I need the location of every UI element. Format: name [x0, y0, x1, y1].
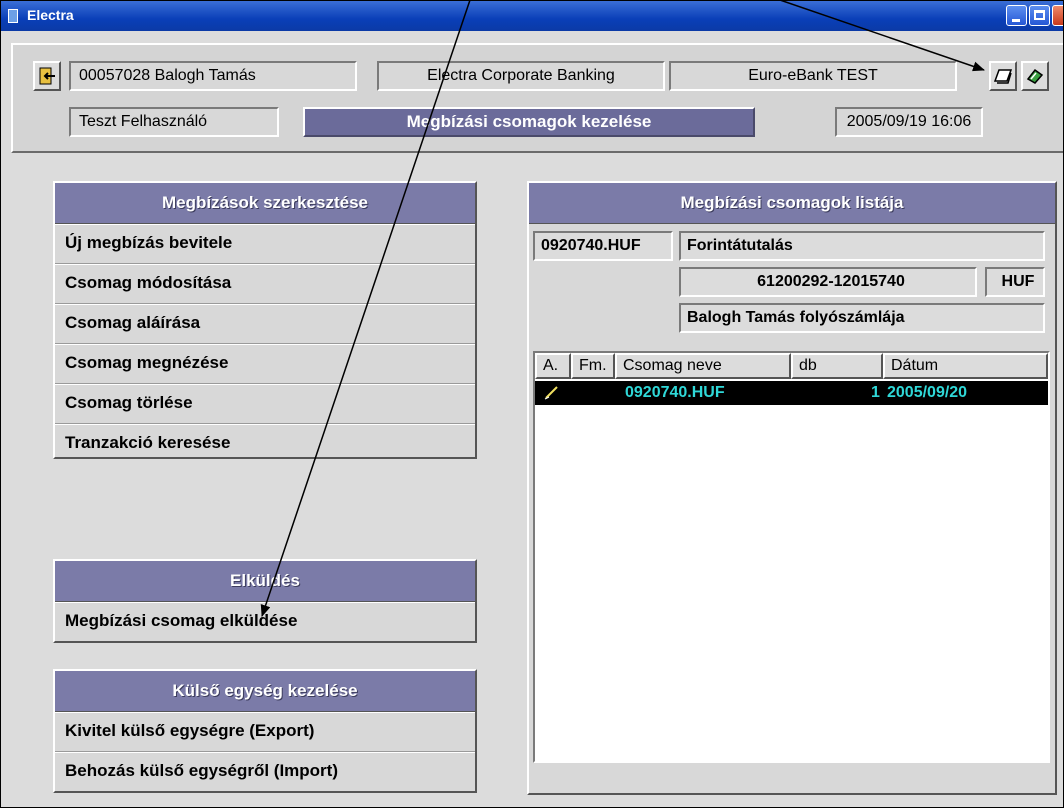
- package-list-panel: Megbízási csomagok listája 0920740.HUF F…: [527, 181, 1057, 795]
- col-header-date[interactable]: Dátum: [883, 353, 1048, 379]
- header-panel: 00057028 Balogh Tamás Electra Corporate …: [11, 43, 1063, 153]
- edit-panel-title: Megbízások szerkesztése: [55, 183, 475, 224]
- col-header-fm[interactable]: Fm.: [571, 353, 615, 379]
- screen-title: Megbízási csomagok kezelése: [303, 107, 755, 137]
- package-list[interactable]: A. Fm. Csomag neve db Dátum 0920740.HUF …: [533, 351, 1050, 763]
- col-header-db[interactable]: db: [791, 353, 883, 379]
- currency-field: HUF: [985, 267, 1045, 297]
- new-order-item[interactable]: Új megbízás bevitele: [55, 224, 475, 264]
- title-bar: Electra: [1, 1, 1063, 31]
- col-header-a[interactable]: A.: [535, 353, 571, 379]
- external-panel-title: Külső egység kezelése: [55, 671, 475, 712]
- modify-package-item[interactable]: Csomag módosítása: [55, 264, 475, 304]
- exit-button[interactable]: [33, 61, 61, 91]
- import-item[interactable]: Behozás külső egységről (Import): [55, 752, 475, 791]
- book-icon: [993, 69, 1013, 84]
- row-date: 2005/09/20: [887, 384, 968, 401]
- search-transaction-item[interactable]: Tranzakció keresése: [55, 424, 475, 463]
- exit-door-icon: [39, 67, 55, 85]
- edit-panel: Megbízások szerkesztése Új megbízás bevi…: [53, 181, 477, 459]
- green-book-icon: [1026, 68, 1044, 84]
- account-name-field: Balogh Tamás folyószámlája: [679, 303, 1045, 333]
- minimize-button[interactable]: [1006, 5, 1027, 26]
- app-window: Electra 00057028 Balogh Tamás Electra Co…: [0, 0, 1064, 808]
- app-icon: [8, 9, 18, 23]
- package-list-title: Megbízási csomagok listája: [529, 183, 1055, 224]
- delete-package-item[interactable]: Csomag törlése: [55, 384, 475, 424]
- export-item[interactable]: Kivitel külső egységre (Export): [55, 712, 475, 752]
- window-title: Electra: [27, 7, 74, 23]
- app-name-field: Electra Corporate Banking: [377, 61, 665, 91]
- account-number-field: 61200292-12015740: [679, 267, 977, 297]
- maximize-button[interactable]: [1029, 5, 1050, 26]
- send-package-item[interactable]: Megbízási csomag elküldése: [55, 602, 475, 641]
- close-button[interactable]: [1052, 5, 1063, 26]
- help-book-button[interactable]: [989, 61, 1017, 91]
- sign-package-item[interactable]: Csomag aláírása: [55, 304, 475, 344]
- table-row[interactable]: 0920740.HUF 1 2005/09/20: [535, 381, 1048, 405]
- row-package-name: 0920740.HUF: [625, 384, 725, 401]
- manual-button[interactable]: [1021, 61, 1049, 91]
- datetime-field: 2005/09/19 16:06: [835, 107, 983, 137]
- col-header-name[interactable]: Csomag neve: [615, 353, 791, 379]
- send-panel: Elküldés Megbízási csomag elküldése: [53, 559, 477, 643]
- external-panel: Külső egység kezelése Kivitel külső egys…: [53, 669, 477, 793]
- view-package-item[interactable]: Csomag megnézése: [55, 344, 475, 384]
- environment-field: Euro-eBank TEST: [669, 61, 957, 91]
- send-panel-title: Elküldés: [55, 561, 475, 602]
- package-file-field: 0920740.HUF: [533, 231, 673, 261]
- row-count: 1: [871, 384, 880, 401]
- user-role-field: Teszt Felhasználó: [69, 107, 279, 137]
- transfer-type-field: Forintátutalás: [679, 231, 1045, 261]
- user-id-field: 00057028 Balogh Tamás: [69, 61, 357, 91]
- pen-icon: [543, 383, 561, 409]
